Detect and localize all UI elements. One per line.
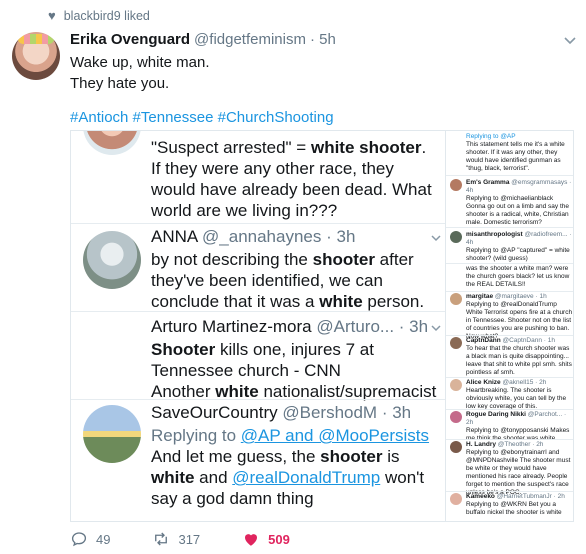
tweet-header: Erika Ovenguard @fidgetfeminism · 5h [70,31,336,48]
zoom-tweet-3-text: Shooter kills one, injures 7 at Tennesse… [151,340,437,401]
reply-icon [71,532,87,547]
hashtag-antioch[interactable]: #Antioch [70,109,128,126]
tweet-actions: 49 317 509 [70,530,332,548]
retweet-icon [155,532,168,546]
reply-count: 49 [96,531,111,547]
heart-small-icon: ♥ [48,8,56,23]
embedded-image[interactable]: "Suspect arrested" = white shooter. If t… [70,130,574,522]
hashtag-tennessee[interactable]: #Tennessee [133,109,214,126]
divider [71,223,445,224]
zoom-tweet-1-text: "Suspect arrested" = white shooter. If t… [151,138,432,220]
divider [446,291,573,292]
avatar[interactable] [12,32,60,80]
small-replies-column: Replying to @AP This statement tells me i… [445,131,573,521]
retweet-count: 317 [178,531,201,547]
divider [71,311,445,312]
avatar [450,493,462,505]
chevron-down-icon[interactable] [564,34,576,48]
avatar [450,441,462,453]
avatar [83,231,141,289]
divider [446,227,573,228]
avatar [450,379,462,391]
avatar [83,131,141,155]
divider [446,409,573,410]
heart-icon [245,534,258,546]
tweet-text-line-2: They hate you. [70,75,170,92]
retweet-button[interactable]: 317 [152,530,200,548]
like-count: 509 [268,531,290,547]
divider [446,377,573,378]
avatar [450,179,462,191]
zoom-tweet-4-text: Replying to @AP and @MooPersists And let… [151,426,430,508]
zoom-tweet-4-header: SaveOurCountry @BershodM · 3h [151,403,412,422]
author-handle[interactable]: @fidgetfeminism [194,31,306,48]
divider [446,335,573,336]
avatar [83,319,141,377]
zoom-tweet-3-header: Arturo Martinez-mora @Arturo... · 3h [151,317,429,336]
like-button[interactable]: 509 [242,530,290,548]
avatar [83,405,141,463]
zoomed-replies: "Suspect arrested" = white shooter. If t… [71,131,445,521]
divider [71,399,445,400]
divider [446,263,573,264]
chevron-down-icon[interactable] [431,321,441,335]
divider [446,439,573,440]
tweet-text-line-1: Wake up, white man. [70,54,210,71]
chevron-down-icon[interactable] [431,231,441,245]
tweet-time[interactable]: · 5h [310,31,336,48]
avatar [450,293,462,305]
zoom-tweet-2-text: by not describing the shooter after they… [151,250,425,311]
hashtags: #Antioch #Tennessee #ChurchShooting [70,109,334,126]
avatar [450,411,462,423]
reply-button[interactable]: 49 [70,530,110,548]
divider [446,175,573,176]
author-name[interactable]: Erika Ovenguard [70,31,190,48]
divider [446,491,573,492]
hashtag-churchshooting[interactable]: #ChurchShooting [218,109,334,126]
zoom-tweet-2-header: ANNA @_annahaynes · 3h [151,227,356,246]
social-context: ♥ blackbird9 liked [48,8,150,23]
avatar [450,337,462,349]
liked-by-text[interactable]: blackbird9 liked [64,9,150,23]
avatar [450,231,462,243]
